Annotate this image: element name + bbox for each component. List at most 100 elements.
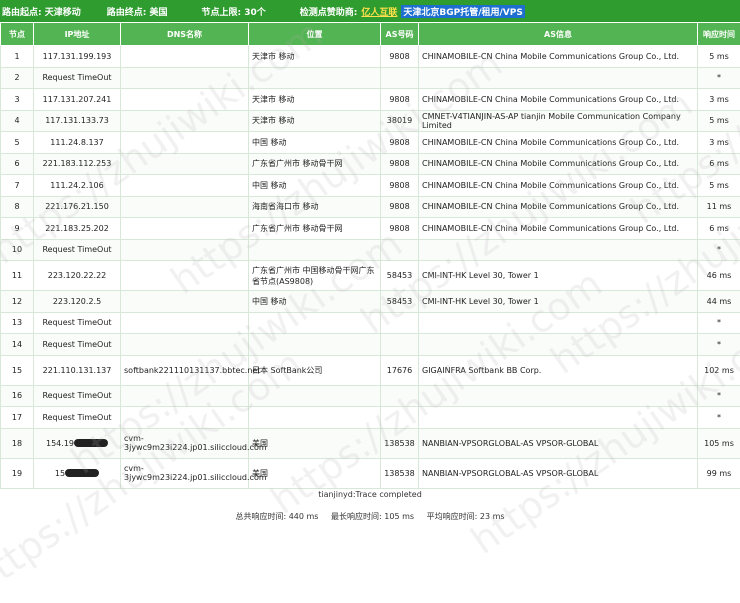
- node-cell: 16: [1, 385, 34, 407]
- location-cell: 中国 移动: [249, 291, 381, 313]
- as-info-cell: GIGAINFRA Softbank BB Corp.: [419, 355, 698, 385]
- location-cell: [249, 385, 381, 407]
- response-time-cell: 11 ms: [698, 196, 740, 218]
- dns-cell: [121, 132, 249, 154]
- as-number-cell: 9808: [381, 89, 419, 111]
- ip-cell: Request TimeOut: [34, 239, 121, 261]
- response-time-cell: *: [698, 385, 740, 407]
- avg-time-label: 平均响应时间:: [427, 512, 478, 521]
- node-cell: 2: [1, 67, 34, 89]
- location-cell: 中国 移动: [249, 132, 381, 154]
- as-info-cell: [419, 312, 698, 334]
- dns-cell: [121, 196, 249, 218]
- location-cell: 广东省广州市 移动骨干网: [249, 153, 381, 175]
- as-info-cell: CHINAMOBILE-CN China Mobile Communicatio…: [419, 89, 698, 111]
- node-cell: 3: [1, 89, 34, 111]
- response-time-cell: 5 ms: [698, 46, 740, 68]
- as-number-cell: 58453: [381, 291, 419, 313]
- node-cell: 6: [1, 153, 34, 175]
- dns-cell: [121, 153, 249, 175]
- as-number-cell: [381, 239, 419, 261]
- header-location: 位置: [249, 23, 381, 46]
- table-row: 11223.120.22.22广东省广州市 中国移动骨干网广东省节点(AS980…: [1, 261, 740, 291]
- table-row: 12223.120.2.5中国 移动58453CMI-INT-HK Level …: [1, 291, 740, 313]
- location-cell: [249, 67, 381, 89]
- response-time-cell: 102 ms: [698, 355, 740, 385]
- response-time-cell: 6 ms: [698, 153, 740, 175]
- location-cell: [249, 407, 381, 429]
- header-as-number: AS号码: [381, 23, 419, 46]
- location-cell: [249, 239, 381, 261]
- response-time-cell: *: [698, 239, 740, 261]
- avg-time-value: 23 ms: [480, 512, 505, 521]
- as-number-cell: 9808: [381, 196, 419, 218]
- sponsor-desc-link[interactable]: 天津北京BGP托管/租用/VPS: [401, 5, 524, 18]
- as-number-cell: 9808: [381, 175, 419, 197]
- ip-cell: Request TimeOut: [34, 385, 121, 407]
- dns-cell: [121, 334, 249, 356]
- table-row: 9221.183.25.202广东省广州市 移动骨干网9808CHINAMOBI…: [1, 218, 740, 240]
- ip-cell: 221.183.25.202: [34, 218, 121, 240]
- location-cell: 广东省广州市 移动骨干网: [249, 218, 381, 240]
- table-header-row: 节点 IP地址 DNS名称 位置 AS号码 AS信息 响应时间: [1, 23, 740, 46]
- ip-cell: 221.110.131.137: [34, 355, 121, 385]
- as-number-cell: [381, 407, 419, 429]
- ip-cell: 117.131.207.241: [34, 89, 121, 111]
- dns-cell: [121, 46, 249, 68]
- as-info-cell: CHINAMOBILE-CN China Mobile Communicatio…: [419, 175, 698, 197]
- as-info-cell: CMI-INT-HK Level 30, Tower 1: [419, 261, 698, 291]
- as-info-cell: NANBIAN-VPSORGLOBAL-AS VPSOR-GLOBAL: [419, 428, 698, 458]
- as-number-cell: 9808: [381, 153, 419, 175]
- as-number-cell: 9808: [381, 132, 419, 154]
- table-row: 3117.131.207.241天津市 移动9808CHINAMOBILE-CN…: [1, 89, 740, 111]
- summary-line: 总共响应时间: 440 ms 最长响应时间: 105 ms 平均响应时间: 23…: [0, 511, 740, 522]
- dns-cell: cvm-3jywc9m23i224.jp01.siliccloud.com: [121, 458, 249, 488]
- as-info-cell: [419, 407, 698, 429]
- response-time-cell: 5 ms: [698, 110, 740, 132]
- header-ip: IP地址: [34, 23, 121, 46]
- as-info-cell: [419, 67, 698, 89]
- ip-cell: Request TimeOut: [34, 334, 121, 356]
- as-info-cell: CMI-INT-HK Level 30, Tower 1: [419, 291, 698, 313]
- ip-cell: Request TimeOut: [34, 312, 121, 334]
- as-number-cell: [381, 312, 419, 334]
- response-time-cell: 99 ms: [698, 458, 740, 488]
- dns-cell: cvm-3jywc9m23i224.jp01.siliccloud.com: [121, 428, 249, 458]
- max-time-value: 105 ms: [384, 512, 414, 521]
- response-time-cell: 3 ms: [698, 89, 740, 111]
- ip-cell: 111.24.8.137: [34, 132, 121, 154]
- dns-cell: softbank221110131137.bbtec.net: [121, 355, 249, 385]
- node-cell: 8: [1, 196, 34, 218]
- table-row: 16Request TimeOut *: [1, 385, 740, 407]
- dns-cell: [121, 110, 249, 132]
- node-cell: 9: [1, 218, 34, 240]
- header-response-time: 响应时间: [698, 23, 740, 46]
- sponsor-prefix: 检测点赞助商:: [300, 5, 358, 18]
- as-info-cell: [419, 385, 698, 407]
- table-row: 4117.131.133.73天津市 移动38019CMNET-V4TIANJI…: [1, 110, 740, 132]
- table-row: 8221.176.21.150海南省海口市 移动9808CHINAMOBILE-…: [1, 196, 740, 218]
- table-row: 2Request TimeOut*: [1, 67, 740, 89]
- table-row: 15221.110.131.137softbank221110131137.bb…: [1, 355, 740, 385]
- location-cell: 美国: [249, 458, 381, 488]
- response-time-cell: 3 ms: [698, 132, 740, 154]
- node-limit-label: 节点上限: 30个: [201, 5, 265, 18]
- trace-status: tianjinyd:Trace completed: [0, 490, 740, 499]
- location-cell: 日本 SoftBank公司: [249, 355, 381, 385]
- response-time-cell: 44 ms: [698, 291, 740, 313]
- location-cell: 广东省广州市 中国移动骨干网广东省节点(AS9808): [249, 261, 381, 291]
- node-cell: 14: [1, 334, 34, 356]
- dns-cell: [121, 312, 249, 334]
- as-info-cell: CHINAMOBILE-CN China Mobile Communicatio…: [419, 153, 698, 175]
- response-time-cell: *: [698, 312, 740, 334]
- response-time-cell: 5 ms: [698, 175, 740, 197]
- sponsor-link[interactable]: 亿人互联: [361, 5, 397, 18]
- node-cell: 17: [1, 407, 34, 429]
- location-cell: 海南省海口市 移动: [249, 196, 381, 218]
- response-time-cell: 46 ms: [698, 261, 740, 291]
- node-cell: 18: [1, 428, 34, 458]
- node-cell: 10: [1, 239, 34, 261]
- node-cell: 13: [1, 312, 34, 334]
- as-number-cell: 9808: [381, 218, 419, 240]
- node-cell: 11: [1, 261, 34, 291]
